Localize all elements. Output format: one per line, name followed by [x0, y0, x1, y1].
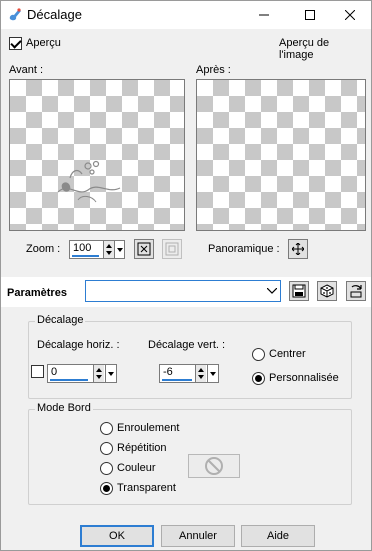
actual-size-button[interactable] [162, 239, 182, 259]
wrap-radio-label: Enroulement [117, 422, 180, 434]
paint-brush-icon [9, 8, 21, 21]
vert-offset-spinbox[interactable]: -6 [159, 364, 219, 383]
actual-size-icon [165, 242, 179, 256]
repeat-radio[interactable] [100, 442, 113, 455]
edge-mode-group-title: Mode Bord [35, 402, 93, 414]
reset-icon [350, 285, 362, 298]
transparent-radio-label: Transparent [117, 482, 176, 494]
vert-offset-value[interactable]: -6 [163, 366, 173, 378]
before-label: Avant : [9, 64, 44, 76]
repeat-radio-label: Répétition [117, 442, 167, 454]
after-preview[interactable] [196, 79, 366, 231]
vert-offset-label: Décalage vert. : [148, 339, 226, 351]
no-color-icon [205, 457, 223, 475]
close-button[interactable] [327, 1, 372, 29]
reset-button[interactable] [346, 281, 366, 301]
before-preview[interactable] [9, 79, 185, 231]
pan-button[interactable] [288, 239, 308, 259]
minimize-icon [259, 14, 269, 16]
offset-group-title: Décalage [35, 314, 86, 326]
horiz-offset-value[interactable]: 0 [51, 366, 57, 378]
chevron-down-icon[interactable] [264, 281, 280, 301]
center-radio[interactable] [252, 348, 265, 361]
zoom-dropdown[interactable] [114, 241, 124, 258]
vert-dropdown[interactable] [207, 365, 217, 382]
zoom-underline [72, 255, 99, 257]
horiz-offset-label: Décalage horiz. : [37, 339, 120, 351]
edge-color-swatch[interactable] [188, 454, 240, 478]
horiz-underline [50, 379, 88, 381]
zoom-label: Zoom : [26, 243, 61, 255]
transparent-radio[interactable] [100, 482, 113, 495]
minimize-button[interactable] [241, 1, 287, 29]
image-preview-checkbox[interactable] [9, 37, 22, 50]
fit-to-window-button[interactable] [134, 239, 154, 259]
window-title: Décalage [27, 7, 82, 22]
save-preset-button[interactable] [289, 281, 309, 301]
offset-group [28, 321, 352, 399]
vert-underline [162, 379, 192, 381]
random-button[interactable] [317, 281, 337, 301]
cancel-button[interactable]: Annuler [161, 525, 235, 547]
color-radio[interactable] [100, 462, 113, 475]
horiz-offset-spinbox[interactable]: 0 [47, 364, 117, 383]
ok-button[interactable]: OK [80, 525, 154, 547]
horiz-spin-buttons[interactable] [93, 365, 104, 382]
wrap-radio[interactable] [100, 422, 113, 435]
image-preview-label: Aperçu de l'image [279, 37, 330, 61]
title-bar[interactable]: Décalage [1, 1, 371, 29]
custom-radio-label: Personnalisée [269, 372, 339, 384]
zoom-value[interactable]: 100 [73, 242, 91, 254]
preview-section-label: Aperçu [26, 37, 61, 49]
presets-label: Paramètres [7, 287, 67, 299]
help-button[interactable]: Aide [241, 525, 315, 547]
preset-combobox[interactable] [85, 280, 281, 302]
dice-icon [320, 284, 334, 298]
preview-section-header: Aperçu Aperçu de l'image [9, 37, 365, 61]
dialog-window: Décalage Aperçu Aperçu de l'image Avant … [0, 0, 372, 551]
zoom-spin-buttons[interactable] [103, 241, 114, 258]
move-icon [292, 243, 304, 255]
close-icon [345, 10, 355, 20]
after-label: Après : [196, 64, 231, 76]
watermark-logo [57, 160, 121, 203]
vert-spin-buttons[interactable] [195, 365, 206, 382]
color-radio-label: Couleur [117, 462, 156, 474]
link-offsets-checkbox[interactable] [31, 365, 44, 378]
fit-to-window-icon [137, 242, 151, 256]
maximize-icon [305, 10, 315, 20]
pan-label: Panoramique : [208, 243, 280, 255]
custom-radio[interactable] [252, 372, 265, 385]
horiz-dropdown[interactable] [105, 365, 115, 382]
zoom-spinbox[interactable]: 100 [69, 240, 125, 259]
center-radio-label: Centrer [269, 348, 306, 360]
save-icon [292, 284, 306, 298]
